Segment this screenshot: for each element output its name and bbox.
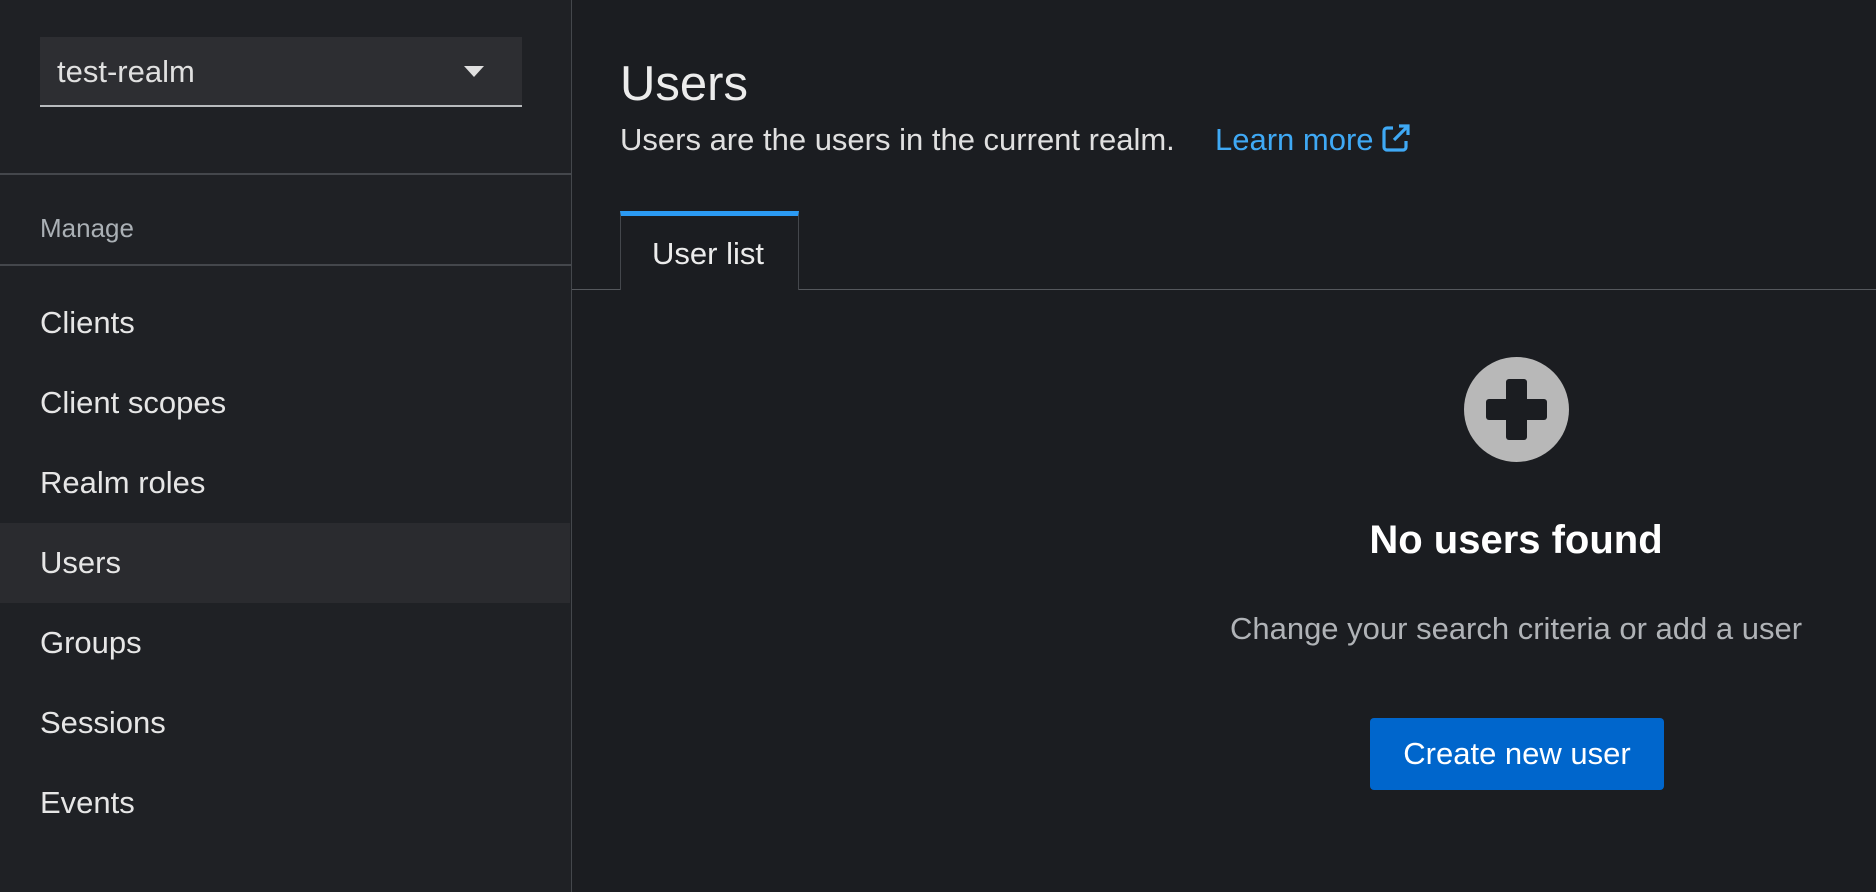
sidebar-divider (0, 173, 571, 175)
sidebar-item-label: Groups (40, 625, 142, 660)
sidebar-item-realm-roles[interactable]: Realm roles (0, 443, 570, 523)
sidebar-item-events[interactable]: Events (0, 763, 570, 843)
tab-user-list[interactable]: User list (620, 211, 799, 290)
sidebar-item-clients[interactable]: Clients (0, 283, 570, 363)
nav-section-label: Manage (40, 213, 134, 243)
sidebar-item-label: Events (40, 785, 135, 820)
learn-more-link[interactable]: Learn more (1215, 122, 1412, 162)
sidebar-item-label: Clients (40, 305, 135, 340)
sidebar-item-client-scopes[interactable]: Client scopes (0, 363, 570, 443)
sidebar-item-groups[interactable]: Groups (0, 603, 570, 683)
sidebar-item-label: Client scopes (40, 385, 227, 420)
sidebar-item-label: Users (40, 545, 121, 580)
sidebar-item-label: Sessions (40, 705, 166, 740)
page-title: Users (620, 57, 748, 111)
realm-selector[interactable]: test-realm (40, 37, 522, 107)
plus-circle-icon (1464, 357, 1569, 462)
sidebar-item-users[interactable]: Users (0, 523, 570, 603)
caret-down-icon (464, 66, 484, 77)
empty-state: No users found Change your search criter… (572, 290, 1876, 892)
sidebar-item-label: Realm roles (40, 465, 206, 500)
create-new-user-button[interactable]: Create new user (1370, 718, 1664, 790)
page-description: Users are the users in the current realm… (620, 122, 1175, 157)
empty-state-body: Change your search criteria or add a use… (1229, 611, 1803, 646)
sidebar: test-realm Manage Clients Client scopes … (0, 0, 572, 892)
empty-state-title: No users found (1369, 518, 1663, 562)
realm-selector-value: test-realm (57, 54, 195, 89)
main-content: Users Users are the users in the current… (572, 0, 1876, 892)
external-link-icon (1380, 122, 1412, 162)
tab-label: User list (652, 236, 764, 271)
learn-more-label: Learn more (1215, 122, 1374, 157)
sidebar-item-sessions[interactable]: Sessions (0, 683, 570, 763)
sidebar-divider (0, 264, 571, 266)
app-root: test-realm Manage Clients Client scopes … (0, 0, 1876, 892)
